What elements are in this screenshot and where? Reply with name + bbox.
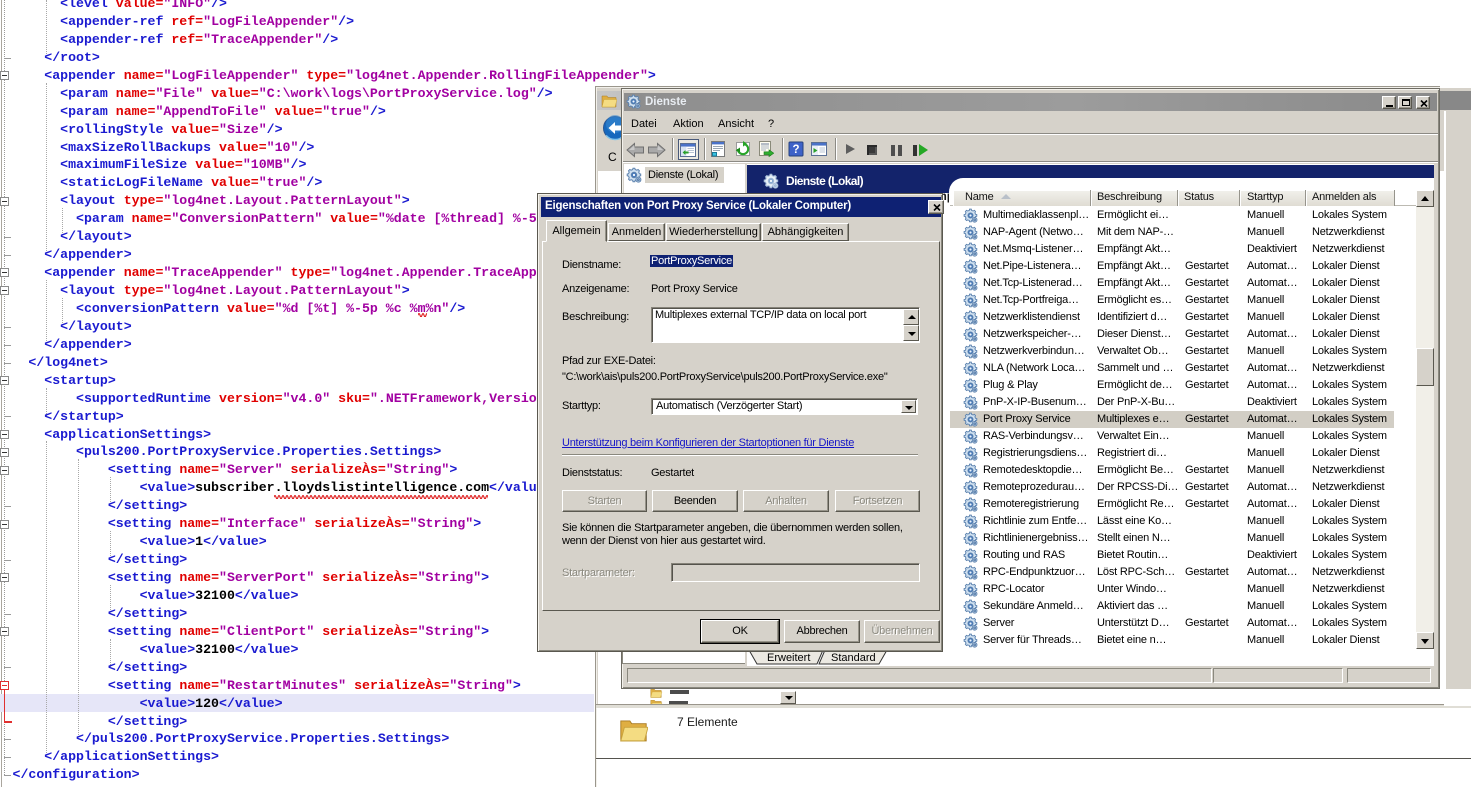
svg-text:?: ? (792, 144, 799, 156)
svg-text:Erweitert: Erweitert (767, 652, 810, 664)
svg-text:Standard: Standard (831, 652, 876, 664)
